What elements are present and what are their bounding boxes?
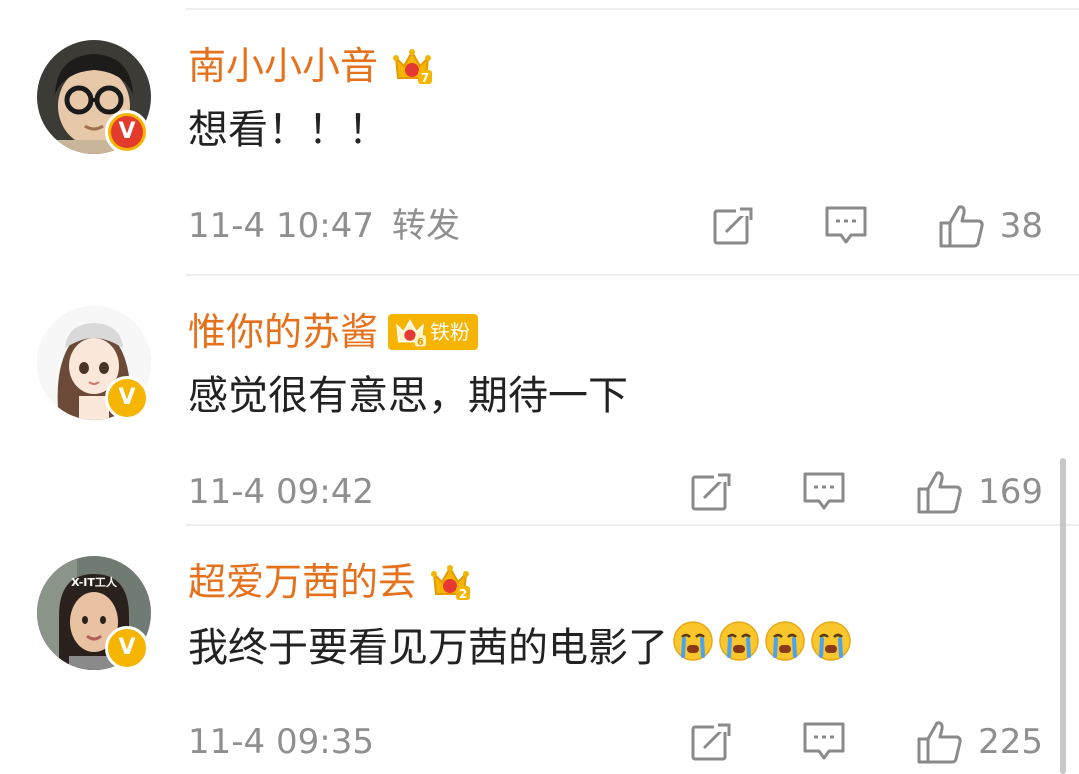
crown-level: 6 bbox=[417, 337, 424, 348]
crying-emoji-icon bbox=[719, 621, 759, 661]
username[interactable]: 南小小小音 bbox=[188, 42, 378, 90]
action-bar: 38 bbox=[712, 200, 1043, 252]
like-icon bbox=[939, 205, 984, 248]
verified-badge: V bbox=[105, 376, 149, 420]
comment-icon[interactable] bbox=[802, 471, 846, 513]
like-icon bbox=[917, 471, 962, 514]
comment-text-content: 想看！！！ bbox=[188, 107, 388, 153]
avatar-caption: X-IT工人 bbox=[71, 575, 118, 589]
scrollbar[interactable] bbox=[1060, 458, 1066, 774]
verified-v-icon: V bbox=[118, 385, 136, 410]
timestamp: 11-4 10:47 bbox=[188, 206, 374, 246]
verified-badge: V bbox=[105, 626, 149, 670]
action-bar: 169 bbox=[690, 466, 1043, 518]
comment-text: 我终于要看见万茜的电影了 bbox=[188, 620, 852, 675]
comment-text: 想看！！！ bbox=[188, 104, 388, 156]
share-icon[interactable] bbox=[690, 472, 733, 512]
verified-v-icon: V bbox=[118, 635, 136, 660]
comment-icon[interactable] bbox=[824, 205, 868, 247]
username-row: 南小小小音 7 bbox=[188, 42, 434, 90]
verified-v-icon: V bbox=[118, 119, 136, 144]
comment-meta: 11-4 09:35 bbox=[188, 720, 374, 764]
verified-badge: V bbox=[105, 110, 149, 154]
like-count: 225 bbox=[978, 722, 1043, 762]
crying-emoji-icon bbox=[765, 621, 805, 661]
crying-emoji-icon bbox=[811, 621, 851, 661]
comment-text-content: 感觉很有意思，期待一下 bbox=[188, 373, 628, 419]
fan-badge-label: 铁粉 bbox=[430, 320, 471, 344]
comment-text-content: 我终于要看见万茜的电影了 bbox=[188, 624, 668, 671]
share-icon[interactable] bbox=[712, 206, 754, 246]
like-button[interactable]: 38 bbox=[938, 203, 1043, 249]
crying-emoji-icon bbox=[673, 621, 713, 661]
comment-icon[interactable] bbox=[802, 721, 846, 763]
username[interactable]: 惟你的苏酱 bbox=[188, 308, 378, 356]
comment-meta: 11-4 10:47 转发 bbox=[188, 204, 460, 248]
crown-badge-icon: 6 bbox=[396, 319, 427, 348]
share-icon[interactable] bbox=[690, 722, 733, 762]
comment-item[interactable]: V 南小小小音 7 想看！！！ 11-4 10:47 转发 38 bbox=[0, 0, 1079, 250]
like-icon bbox=[917, 721, 962, 764]
crown-level: 7 bbox=[421, 71, 429, 85]
emoji-row bbox=[668, 620, 852, 675]
comment-item[interactable]: X-IT工人 V 超爱万茜的丢 2 我终于要看见万茜的电影了 11-4 09:3… bbox=[0, 516, 1079, 766]
username-row: 惟你的苏酱 6 铁粉 bbox=[188, 308, 479, 356]
like-count: 38 bbox=[999, 206, 1043, 246]
comment-meta: 11-4 09:42 bbox=[188, 470, 374, 514]
fan-badge[interactable]: 6 铁粉 bbox=[388, 314, 479, 350]
crown-level: 2 bbox=[459, 587, 467, 601]
timestamp: 11-4 09:42 bbox=[188, 472, 374, 512]
repost-link[interactable]: 转发 bbox=[392, 204, 460, 248]
like-button[interactable]: 169 bbox=[916, 469, 1043, 515]
action-bar: 225 bbox=[690, 716, 1043, 768]
crown-badge-icon[interactable]: 7 bbox=[390, 46, 434, 86]
username[interactable]: 超爱万茜的丢 bbox=[188, 558, 416, 606]
like-count: 169 bbox=[978, 472, 1043, 512]
crown-badge-icon[interactable]: 2 bbox=[428, 562, 472, 602]
like-button[interactable]: 225 bbox=[916, 719, 1043, 765]
timestamp: 11-4 09:35 bbox=[188, 722, 374, 762]
username-row: 超爱万茜的丢 2 bbox=[188, 558, 472, 606]
comment-text: 感觉很有意思，期待一下 bbox=[188, 370, 628, 422]
comment-item[interactable]: V 惟你的苏酱 6 铁粉 感觉很有意思，期待一下 11-4 09:42 169 bbox=[0, 266, 1079, 516]
